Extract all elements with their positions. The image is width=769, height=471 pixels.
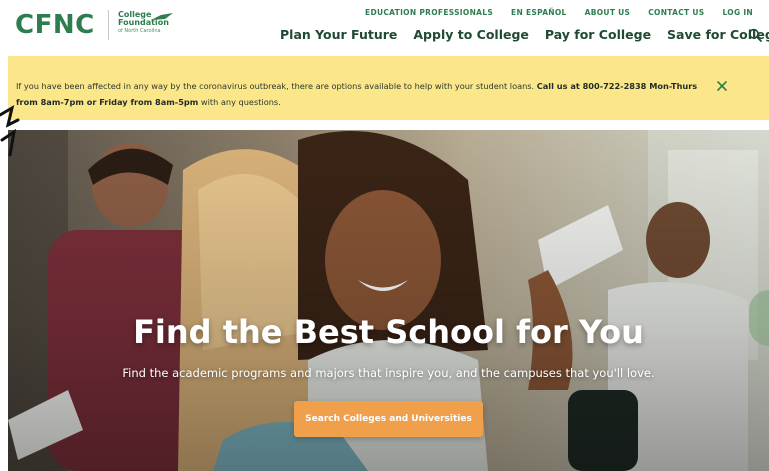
logo-flag-icon xyxy=(151,13,173,20)
util-nav-education-professionals[interactable]: EDUCATION PROFESSIONALS xyxy=(365,8,493,17)
main-nav: Plan Your Future Apply to College Pay fo… xyxy=(280,27,769,42)
alert-text-start: If you have been affected in any way by … xyxy=(16,81,535,91)
alert-message: If you have been affected in any way by … xyxy=(16,78,706,110)
hero-subtitle: Find the academic programs and majors th… xyxy=(122,366,655,380)
hero-title: Find the Best School for You xyxy=(133,313,644,351)
coronavirus-alert-banner: If you have been affected in any way by … xyxy=(8,56,769,120)
logo-divider xyxy=(108,10,109,40)
alert-text-end: with any questions. xyxy=(200,97,281,107)
util-nav-about-us[interactable]: ABOUT US xyxy=(585,8,631,17)
hero-section: Find the Best School for You Find the ac… xyxy=(8,130,769,471)
util-nav-log-in[interactable]: LOG IN xyxy=(722,8,753,17)
util-nav-contact-us[interactable]: CONTACT US xyxy=(648,8,704,17)
main-nav-pay-for-college[interactable]: Pay for College xyxy=(545,27,651,42)
close-icon[interactable] xyxy=(715,79,729,93)
util-nav-en-espanol[interactable]: EN ESPAÑOL xyxy=(511,8,567,17)
main-nav-plan-your-future[interactable]: Plan Your Future xyxy=(280,27,397,42)
site-header: CFNC College Foundation of North Carolin… xyxy=(0,0,769,56)
main-nav-apply-to-college[interactable]: Apply to College xyxy=(413,27,529,42)
utility-nav: EDUCATION PROFESSIONALS EN ESPAÑOL ABOUT… xyxy=(365,8,753,17)
carousel-next-tab[interactable] xyxy=(749,290,769,346)
cfnc-logo[interactable]: CFNC xyxy=(15,10,95,40)
page: CFNC College Foundation of North Carolin… xyxy=(0,0,769,471)
search-colleges-button[interactable]: Search Colleges and Universities xyxy=(294,401,483,437)
logo-line-3: of North Carolina xyxy=(118,28,161,34)
search-icon[interactable] xyxy=(748,28,762,42)
